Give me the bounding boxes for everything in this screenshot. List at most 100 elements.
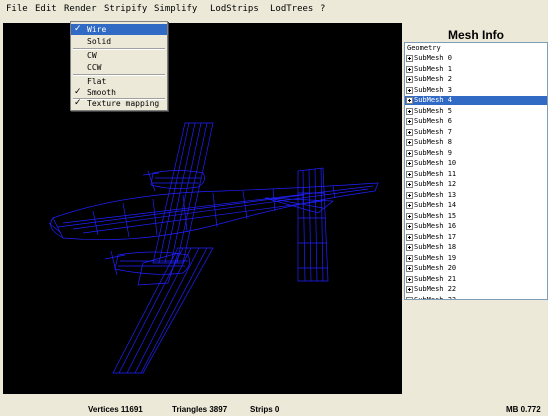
menu-simplify[interactable]: Simplify [154, 4, 197, 14]
expand-icon[interactable] [406, 233, 413, 241]
mesh-info-title: Mesh Info [448, 28, 504, 42]
tree-item-submesh[interactable]: SubMesh 9 [405, 149, 547, 158]
tree-item-submesh[interactable]: SubMesh 12 [405, 180, 547, 189]
tree-item-label: SubMesh 21 [414, 274, 457, 283]
expand-icon[interactable] [406, 97, 413, 104]
tree-item-submesh[interactable]: SubMesh 15 [405, 212, 547, 221]
menu-item-flat[interactable]: Flat [71, 76, 167, 87]
menu-edit[interactable]: Edit [35, 4, 57, 14]
expand-icon[interactable] [406, 265, 413, 272]
tree-item-submesh[interactable]: SubMesh 19 [405, 254, 547, 263]
tree-item-submesh[interactable]: SubMesh 10 [405, 159, 547, 168]
tree-item-label: SubMesh 16 [414, 222, 457, 230]
tree-item-label: SubMesh 2 [414, 75, 452, 83]
tree-item-submesh[interactable]: SubMesh 2 [405, 75, 547, 84]
tree-item-label: SubMesh 10 [414, 159, 457, 167]
menu-item-smooth[interactable]: ✓ Smooth [71, 87, 167, 98]
check-icon: ✓ [74, 24, 82, 34]
mesh-tree[interactable]: Geometry SubMesh 0 SubMesh 1 SubMesh 2 SubM… [404, 42, 548, 300]
status-bar: Vertices 11691 Triangles 3897 Strips 0 M… [0, 400, 548, 416]
tree-item-label: SubMesh 18 [414, 243, 457, 251]
tree-item-label: SubMesh 5 [414, 106, 452, 115]
expand-icon[interactable] [406, 191, 413, 199]
airplane-wireframe [48, 122, 379, 374]
expand-icon[interactable] [406, 160, 413, 167]
tree-item-submesh[interactable]: SubMesh 4 [405, 96, 547, 105]
expand-icon[interactable] [406, 128, 413, 136]
menu-file[interactable]: File [6, 4, 28, 14]
tree-item-submesh[interactable]: SubMesh 6 [405, 117, 547, 126]
tree-item-label: SubMesh 22 [414, 285, 457, 293]
tree-item-label: SubMesh 19 [414, 253, 457, 262]
tree-item-label: SubMesh 13 [414, 190, 457, 199]
expand-icon[interactable] [406, 149, 413, 157]
tree-item-label: SubMesh 17 [414, 232, 457, 241]
tree-item-label: SubMesh 7 [414, 127, 452, 136]
expand-icon[interactable] [406, 65, 413, 73]
expand-icon[interactable] [406, 296, 413, 299]
render-viewport[interactable] [3, 23, 402, 394]
tree-item-submesh[interactable]: SubMesh 3 [405, 86, 547, 95]
status-triangles: Triangles 3897 [172, 405, 228, 414]
menu-item-texture-mapping[interactable]: ✓ Texture mapping [71, 98, 167, 109]
expand-icon[interactable] [406, 55, 413, 62]
tree-item-label: SubMesh 1 [414, 64, 452, 73]
tree-item-label: SubMesh 23 [414, 295, 457, 300]
tree-item-label: SubMesh 11 [414, 169, 457, 178]
tree-item-submesh[interactable]: SubMesh 11 [405, 170, 547, 179]
menu-render[interactable]: Render [64, 4, 97, 14]
expand-icon[interactable] [406, 223, 413, 230]
menu-lodtrees[interactable]: LodTrees [270, 4, 313, 14]
expand-icon[interactable] [406, 254, 413, 262]
expand-icon[interactable] [406, 139, 413, 146]
tree-item-label: SubMesh 12 [414, 180, 457, 188]
expand-icon[interactable] [406, 170, 413, 178]
status-vertices: Vertices 11691 [88, 405, 143, 414]
status-strips: Strips 0 [250, 405, 280, 414]
tree-item-submesh[interactable]: SubMesh 23 [405, 295, 547, 300]
tree-item-submesh[interactable]: SubMesh 13 [405, 191, 547, 200]
expand-icon[interactable] [406, 118, 413, 125]
tree-item-label: SubMesh 6 [414, 117, 452, 125]
menu-item-ccw[interactable]: CCW [71, 62, 167, 73]
check-icon: ✓ [74, 87, 82, 97]
menu-item-wire[interactable]: ✓ Wire [71, 24, 167, 35]
tree-root[interactable]: Geometry [405, 44, 547, 53]
tree-item-submesh[interactable]: SubMesh 1 [405, 65, 547, 74]
render-dropdown-menu: ✓ Wire Solid CW CCW Flat ✓ Smooth ✓ Text… [70, 21, 168, 111]
tree-item-label: SubMesh 4 [414, 96, 452, 104]
expand-icon[interactable] [406, 181, 413, 188]
tree-item-submesh[interactable]: SubMesh 20 [405, 264, 547, 273]
menu-bar: File Edit Render Stripify Simplify LodSt… [0, 0, 548, 22]
expand-icon[interactable] [406, 86, 413, 94]
tree-item-label: SubMesh 9 [414, 148, 452, 157]
menu-lodstrips[interactable]: LodStrips [210, 4, 259, 14]
menu-item-solid[interactable]: Solid [71, 36, 167, 47]
tree-item-label: SubMesh 3 [414, 85, 452, 94]
expand-icon[interactable] [406, 275, 413, 283]
tree-item-submesh[interactable]: SubMesh 14 [405, 201, 547, 210]
expand-icon[interactable] [406, 244, 413, 251]
menu-stripify[interactable]: Stripify [104, 4, 147, 14]
tree-item-submesh[interactable]: SubMesh 21 [405, 275, 547, 284]
expand-icon[interactable] [406, 212, 413, 220]
check-icon: ✓ [74, 98, 82, 108]
expand-icon[interactable] [406, 107, 413, 115]
tree-item-label: SubMesh 15 [414, 211, 457, 220]
tree-item-submesh[interactable]: SubMesh 7 [405, 128, 547, 137]
tree-item-submesh[interactable]: SubMesh 17 [405, 233, 547, 242]
menu-help[interactable]: ? [320, 4, 325, 14]
expand-icon[interactable] [406, 76, 413, 83]
tree-item-label: SubMesh 14 [414, 201, 457, 209]
expand-icon[interactable] [406, 286, 413, 293]
expand-icon[interactable] [406, 202, 413, 209]
menu-item-cw[interactable]: CW [71, 50, 167, 61]
tree-item-label: SubMesh 8 [414, 138, 452, 146]
tree-item-submesh[interactable]: SubMesh 18 [405, 243, 547, 252]
tree-item-label: SubMesh 20 [414, 264, 457, 272]
tree-item-submesh[interactable]: SubMesh 22 [405, 285, 547, 294]
tree-item-submesh[interactable]: SubMesh 5 [405, 107, 547, 116]
tree-item-submesh[interactable]: SubMesh 0 [405, 54, 547, 63]
tree-item-submesh[interactable]: SubMesh 8 [405, 138, 547, 147]
tree-item-submesh[interactable]: SubMesh 16 [405, 222, 547, 231]
